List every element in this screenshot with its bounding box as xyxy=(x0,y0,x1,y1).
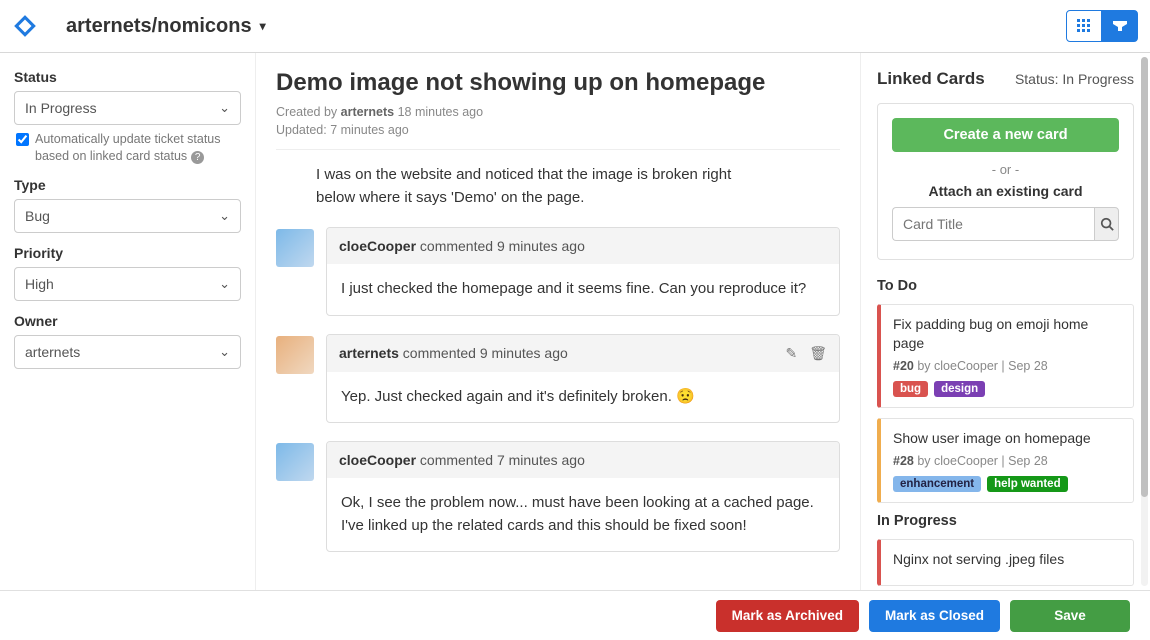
linked-card[interactable]: Fix padding bug on emoji home page#20 by… xyxy=(877,304,1134,408)
comment: arternets commented 9 minutes ago✎🗑Yep. … xyxy=(276,334,840,424)
tag: design xyxy=(934,381,985,397)
comment-header: arternets commented 9 minutes ago✎🗑 xyxy=(327,335,839,372)
help-icon[interactable]: ? xyxy=(191,151,204,164)
owner-label: Owner xyxy=(14,313,241,329)
repo-switcher[interactable]: arternets/nomicons ▾ xyxy=(66,15,266,38)
view-grid-button[interactable] xyxy=(1066,10,1102,42)
chevron-down-icon: ⌄ xyxy=(219,208,230,224)
inprogress-column-title: In Progress xyxy=(877,513,1134,529)
status-label: Status xyxy=(14,69,241,85)
comment-header: cloeCooper commented 7 minutes ago xyxy=(327,442,839,478)
priority-select[interactable]: High ⌄ xyxy=(14,267,241,301)
priority-label: Priority xyxy=(14,245,241,261)
issue-body: I was on the website and noticed that th… xyxy=(276,164,766,227)
view-inbox-button[interactable] xyxy=(1102,10,1138,42)
card-title: Nginx not serving .jpeg files xyxy=(893,550,1121,569)
app-logo xyxy=(12,13,38,39)
chevron-down-icon: ⌄ xyxy=(219,100,230,116)
chevron-down-icon: ⌄ xyxy=(219,276,230,292)
avatar xyxy=(276,336,314,374)
scrollbar[interactable] xyxy=(1141,57,1148,586)
linked-card[interactable]: Nginx not serving .jpeg files xyxy=(877,539,1134,586)
status-select[interactable]: In Progress ⌄ xyxy=(14,91,241,125)
comment: cloeCooper commented 7 minutes agoOk, I … xyxy=(276,441,840,552)
linked-status: Status: In Progress xyxy=(1015,71,1134,87)
close-button[interactable]: Mark as Closed xyxy=(869,600,1000,632)
chevron-down-icon: ⌄ xyxy=(219,344,230,360)
edit-icon[interactable]: ✎ xyxy=(785,345,797,362)
issue-meta: Created by arternets 18 minutes ago Upda… xyxy=(276,103,840,139)
comment-body: Yep. Just checked again and it's definit… xyxy=(327,372,839,423)
card-search-input[interactable] xyxy=(892,207,1094,241)
avatar xyxy=(276,229,314,267)
archive-button[interactable]: Mark as Archived xyxy=(716,600,859,632)
todo-column-title: To Do xyxy=(877,278,1134,294)
comment-header: cloeCooper commented 9 minutes ago xyxy=(327,228,839,264)
comment-body: Ok, I see the problem now... must have b… xyxy=(327,478,839,551)
attach-label: Attach an existing card xyxy=(892,183,1119,199)
comment: cloeCooper commented 9 minutes agoI just… xyxy=(276,227,840,316)
create-card-button[interactable]: Create a new card xyxy=(892,118,1119,152)
avatar xyxy=(276,443,314,481)
auto-status-checkbox[interactable]: Automatically update ticket status based… xyxy=(14,129,241,165)
auto-status-input[interactable] xyxy=(16,133,29,146)
type-label: Type xyxy=(14,177,241,193)
tag: enhancement xyxy=(893,476,981,492)
card-search-button[interactable] xyxy=(1094,207,1119,241)
type-select[interactable]: Bug ⌄ xyxy=(14,199,241,233)
comment-body: I just checked the homepage and it seems… xyxy=(327,264,839,315)
linked-card[interactable]: Show user image on homepage#28 by cloeCo… xyxy=(877,418,1134,503)
tag: bug xyxy=(893,381,928,397)
delete-icon[interactable]: 🗑 xyxy=(809,345,827,362)
card-title: Fix padding bug on emoji home page xyxy=(893,315,1121,353)
tag: help wanted xyxy=(987,476,1067,492)
or-divider: - or - xyxy=(892,162,1119,177)
repo-name: arternets/nomicons xyxy=(66,15,252,38)
issue-title: Demo image not showing up on homepage xyxy=(276,69,840,97)
save-button[interactable]: Save xyxy=(1010,600,1130,632)
linked-cards-title: Linked Cards xyxy=(877,69,985,89)
caret-down-icon: ▾ xyxy=(260,19,266,33)
scrollbar-thumb[interactable] xyxy=(1141,57,1148,497)
owner-select[interactable]: arternets ⌄ xyxy=(14,335,241,369)
card-title: Show user image on homepage xyxy=(893,429,1121,448)
